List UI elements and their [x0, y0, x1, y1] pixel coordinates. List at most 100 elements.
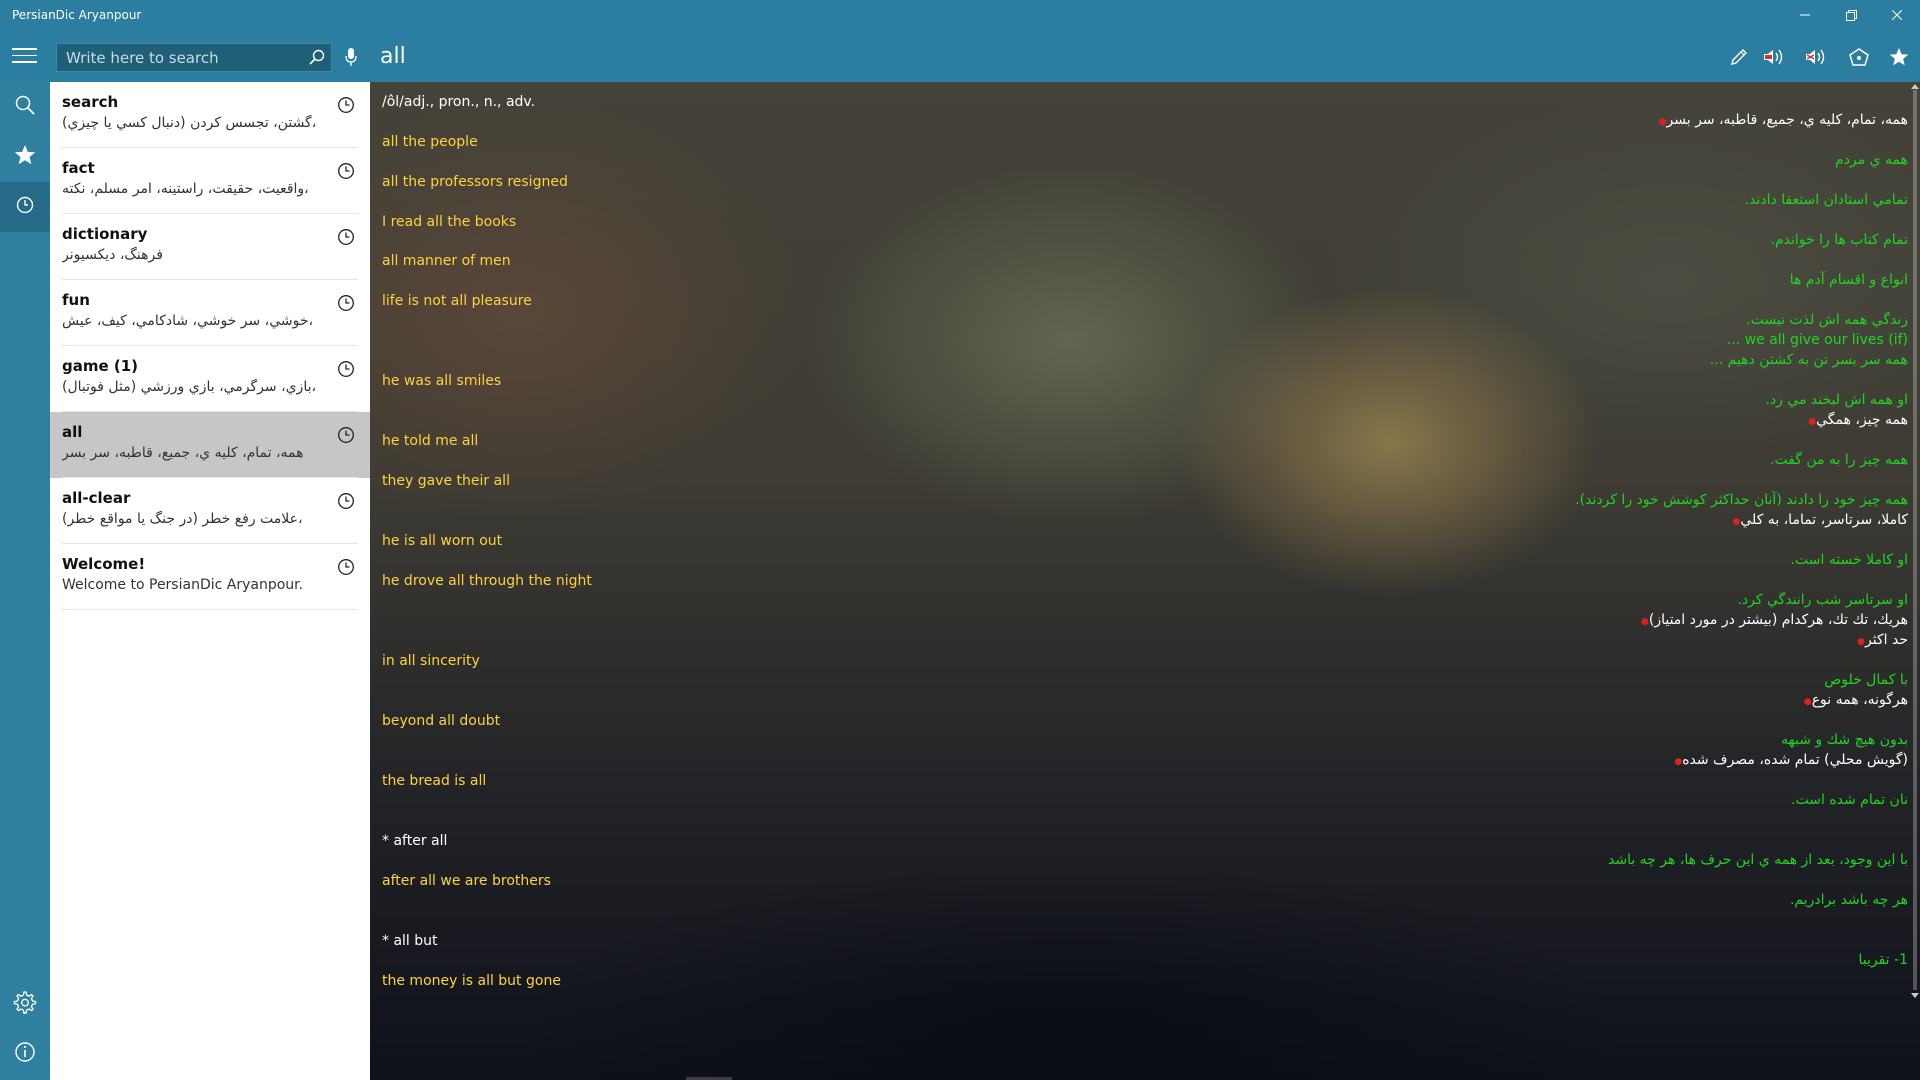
history-item[interactable]: fun خوشي، سر خوشي، شادكامي، كيف، عيش،: [50, 280, 370, 346]
example-fa: تمام كتاب ها را خواندم.: [1771, 232, 1909, 248]
meaning-text: همه ي مردم: [1835, 152, 1908, 168]
example-fa: همه چيز را به من گفت.: [1770, 452, 1908, 468]
history-word: game (1): [62, 357, 139, 375]
example-fa: با كمال خلوص: [1824, 672, 1908, 688]
bullet-icon: ●: [1641, 617, 1649, 627]
rail-favorites-button[interactable]: [0, 132, 50, 182]
close-button[interactable]: [1874, 0, 1920, 30]
meaning-text: همه سر بسر تن به كشتن دهيم ...: [1709, 352, 1908, 368]
pencil-icon[interactable]: [1726, 45, 1752, 69]
meaning-text: حد اكثر: [1865, 632, 1908, 648]
history-word: search: [62, 93, 119, 111]
meaning-text: همه چيز را به من گفت.: [1770, 452, 1908, 468]
clock-icon: [337, 96, 355, 118]
example-en: life is not all pleasure: [382, 293, 532, 309]
clock-icon: [337, 294, 355, 316]
microphone-icon[interactable]: [344, 47, 358, 71]
example-fa: همه چيز خود را دادند (آنان حداكثر كوشش خ…: [1575, 492, 1908, 508]
history-word: all: [62, 423, 83, 441]
restore-button[interactable]: [1828, 0, 1874, 30]
example-fa: او كاملا خسته است.: [1791, 552, 1908, 568]
rail-history-button[interactable]: [0, 182, 50, 232]
clock-icon: [337, 492, 355, 514]
speaker-uk-icon[interactable]: [1804, 45, 1830, 69]
history-icon: [15, 195, 35, 219]
example-en: all the professors resigned: [382, 174, 568, 190]
search-icon: [14, 94, 36, 120]
meaning-text: 1- تقريبا: [1858, 952, 1908, 968]
settings-icon: [13, 991, 37, 1019]
history-item[interactable]: search (دنبال كسي يا چيزي) گشتن، تجسس كرد…: [50, 82, 370, 148]
example-fa: تمامي استادان استعفا دادند.: [1745, 192, 1908, 208]
meaning-text: با كمال خلوص: [1824, 672, 1908, 688]
history-word: fact: [62, 159, 95, 177]
speaker-us-icon[interactable]: [1762, 45, 1788, 69]
example-fa: انواع و اقسام آدم ها: [1790, 272, 1908, 288]
history-item[interactable]: all همه، تمام، كليه ي، جميع، قاطبه، سر بس…: [50, 412, 370, 478]
meaning-text: انواع و اقسام آدم ها: [1789, 272, 1908, 288]
nav-rail: [0, 82, 50, 1080]
clock-icon: [337, 360, 355, 382]
history-word: fun: [62, 291, 90, 309]
hamburger-menu-icon[interactable]: [12, 48, 37, 64]
star-icon[interactable]: [1886, 45, 1912, 69]
meaning-text: زندگي همه اش لذت نيست.: [1746, 312, 1908, 328]
info-icon: [14, 1041, 36, 1067]
star-icon: [14, 144, 36, 170]
history-definition: خوشي، سر خوشي، شادكامي، كيف، عيش،: [62, 313, 314, 329]
meaning-fa: حد اكثر●: [1851, 632, 1908, 648]
example-fa: هر چه باشد برادريم.: [1790, 892, 1908, 908]
history-item[interactable]: game (1) بازي، سرگرمي، بازي ورزشي (مثل فو…: [50, 346, 370, 412]
bullet-icon: ●: [1857, 637, 1866, 647]
title-bar: PersianDic Aryanpour: [0, 0, 1920, 30]
example-en: /ôl/adj., pron., n., adv.: [382, 94, 536, 110]
history-item[interactable]: all-clear (در جنگ يا مواقع خطر) علامت رفع…: [50, 478, 370, 544]
example-en: after all we are brothers: [382, 873, 551, 889]
history-list: search (دنبال كسي يا چيزي) گشتن، تجسس كرد…: [50, 82, 370, 1080]
meaning-text: هر چه باشد برادريم.: [1789, 892, 1908, 908]
history-item[interactable]: Welcome! Welcome to PersianDic Aryanpour.: [50, 544, 370, 610]
clock-icon: [337, 426, 355, 448]
rail-settings-button[interactable]: [0, 980, 50, 1030]
bullet-icon: ●: [1658, 117, 1667, 127]
example-en: I read all the books: [382, 214, 517, 230]
history-item[interactable]: fact واقعيت، حقيقت، راستينه، امر مسلم، نك…: [50, 148, 370, 214]
history-definition: Welcome to PersianDic Aryanpour.: [62, 577, 304, 593]
bullet-icon: ●: [1808, 417, 1817, 427]
example-en: * all but: [382, 933, 438, 949]
search-icon[interactable]: [309, 49, 325, 69]
search-input[interactable]: [57, 44, 297, 71]
meaning-fa: هريك، تك تك، هركدام (بيشتر در مورد امتيا…: [1635, 612, 1908, 628]
example-fa: او سرتاسر شب رانندگي كرد.: [1737, 592, 1908, 608]
example-fa: همه ي مردم: [1835, 152, 1908, 168]
example-en: he is all worn out: [382, 533, 503, 549]
meaning-text: او كاملا خسته است.: [1790, 552, 1908, 568]
example-fa: او همه اش لبخند مي زد.: [1765, 392, 1908, 408]
app-bar: all: [0, 30, 1920, 82]
minimize-button[interactable]: [1782, 0, 1828, 30]
example-fa: بدون هيچ شك و شبهه: [1781, 732, 1908, 748]
meaning-text: كاملا، سرتاسر، تماما، به كلي: [1740, 512, 1908, 528]
example-en: * after all: [382, 833, 448, 849]
divider: [62, 609, 358, 610]
meaning-text: (گويش محلي) تمام شده، مصرف شده: [1682, 752, 1908, 768]
meaning-text: همه، تمام، كليه ي، جميع، قاطبه، سر بسر: [1666, 112, 1908, 128]
meaning-text: او سرتاسر شب رانندگي كرد.: [1737, 592, 1908, 608]
rail-info-button[interactable]: [0, 1029, 50, 1079]
history-item[interactable]: dictionary فرهنگ، ديكسيونر: [50, 214, 370, 280]
search-box: [56, 43, 332, 72]
meaning-fa: هرگونه، همه نوع●: [1798, 692, 1908, 708]
history-definition: فرهنگ، ديكسيونر: [62, 247, 163, 263]
meaning-fa: كاملا، سرتاسر، تماما، به كلي●: [1727, 512, 1908, 528]
example-en: he was all smiles: [382, 373, 502, 389]
meaning-text: بدون هيچ شك و شبهه: [1781, 732, 1908, 748]
example-en: he told me all: [382, 433, 479, 449]
meaning-text: همه چيز خود را دادند (آنان حداكثر كوشش خ…: [1575, 492, 1908, 508]
history-word: dictionary: [62, 225, 148, 243]
meaning-text: تمامي استادان استعفا دادند.: [1744, 192, 1908, 208]
window-title: PersianDic Aryanpour: [12, 8, 142, 22]
meaning-text: هرگونه، همه نوع: [1811, 692, 1908, 708]
share-icon[interactable]: [1846, 45, 1872, 69]
scrollbar[interactable]: [1910, 82, 1920, 1000]
rail-search-button[interactable]: [0, 82, 50, 132]
